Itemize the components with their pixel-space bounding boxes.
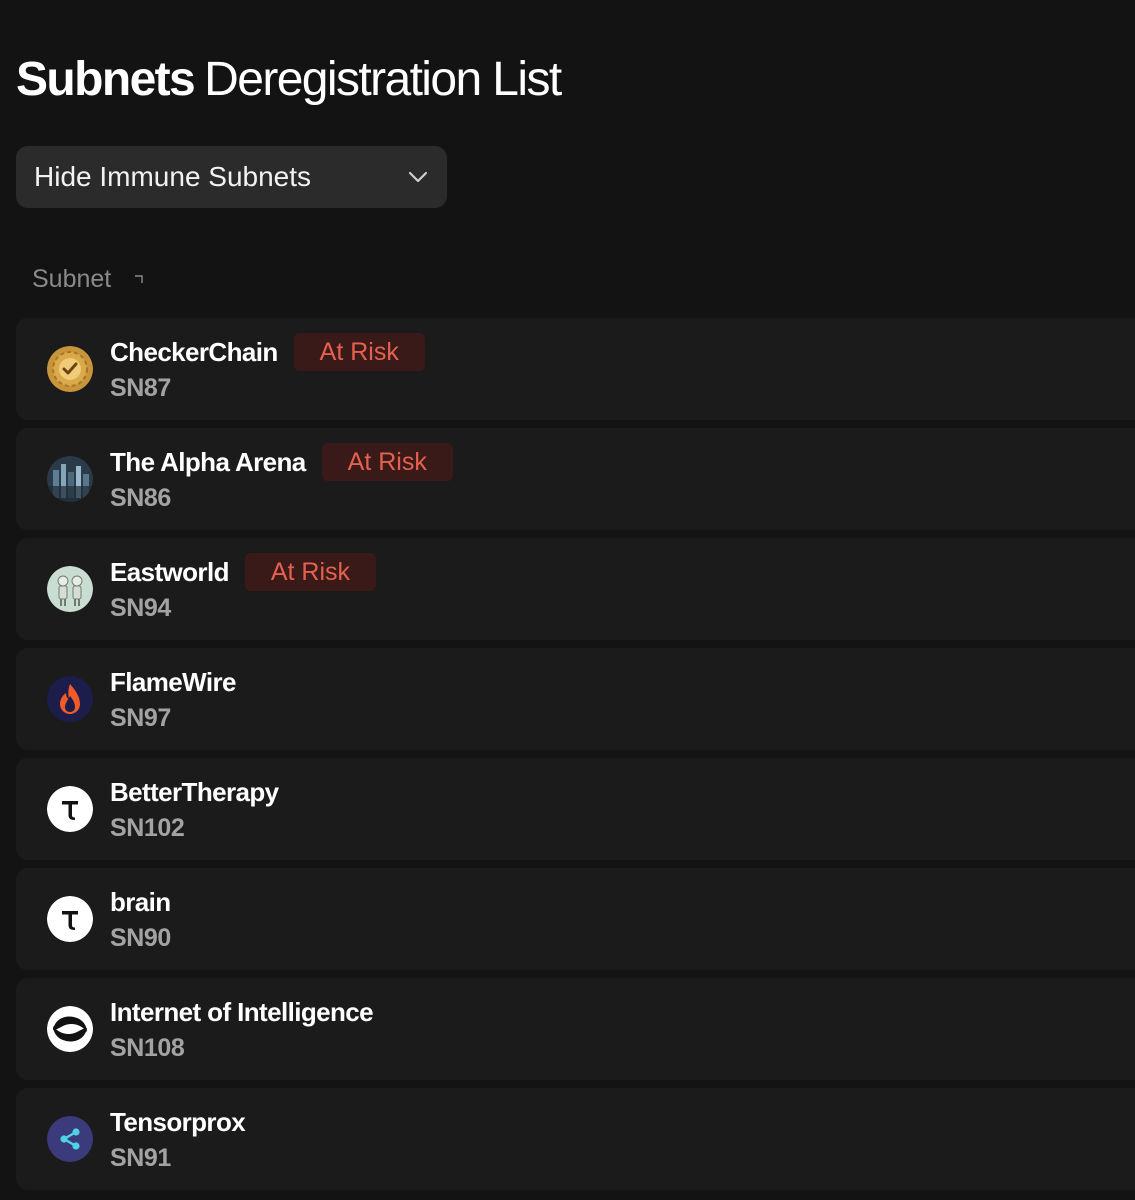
city-icon [47,456,93,502]
status-badge: At Risk [244,553,377,591]
swirl-icon [47,1006,93,1052]
subnet-id: SN108 [110,1034,185,1062]
subnet-name: CheckerChain [110,336,278,367]
column-header-subnet[interactable]: Subnet [32,262,145,296]
status-badge: At Risk [321,443,453,481]
sort-icon [133,273,145,285]
table-row[interactable]: The Alpha Arena At Risk SN86 [16,428,1135,530]
tao-icon [47,786,93,832]
tao-icon [47,896,93,942]
subnet-list: CheckerChain At Risk SN87 The Alpha Aren… [16,318,1135,1198]
table-row[interactable]: FlameWire SN97 [16,648,1135,750]
subnet-id: SN94 [110,594,171,622]
subnet-id: SN90 [110,924,171,952]
subnet-name: FlameWire [110,666,236,697]
page-title: Subnets Deregistration List [16,50,562,110]
page-title-secondary: Deregistration List [204,53,562,106]
subnet-name: Eastworld [110,556,229,587]
share-icon [47,1116,93,1162]
flame-icon [47,676,93,722]
gear-check-icon [47,346,93,392]
table-row[interactable]: CheckerChain At Risk SN87 [16,318,1135,420]
table-row[interactable]: BetterTherapy SN102 [16,758,1135,860]
subnet-id: SN91 [110,1144,171,1172]
subnet-name: BetterTherapy [110,776,279,807]
subnet-name: Tensorprox [110,1106,246,1137]
subnet-id: SN86 [110,484,171,512]
table-row[interactable]: Tensorprox SN91 [16,1088,1135,1190]
subnet-name: brain [110,886,171,917]
subnet-id: SN102 [110,814,185,842]
subnet-name: Internet of Intelligence [110,996,374,1027]
subnet-id: SN97 [110,704,171,732]
immune-filter-dropdown[interactable]: Hide Immune Subnets [16,146,447,208]
page-title-primary: Subnets [16,53,196,106]
column-header-label: Subnet [32,264,112,293]
subnet-name: The Alpha Arena [110,446,306,477]
immune-filter-value: Hide Immune Subnets [34,161,312,192]
table-row[interactable]: Eastworld At Risk SN94 [16,538,1135,640]
subnet-id: SN87 [110,374,171,402]
table-row[interactable]: Internet of Intelligence SN108 [16,978,1135,1080]
robots-icon [47,566,93,612]
chevron-down-icon [407,170,429,184]
status-badge: At Risk [293,333,425,371]
table-row[interactable]: brain SN90 [16,868,1135,970]
